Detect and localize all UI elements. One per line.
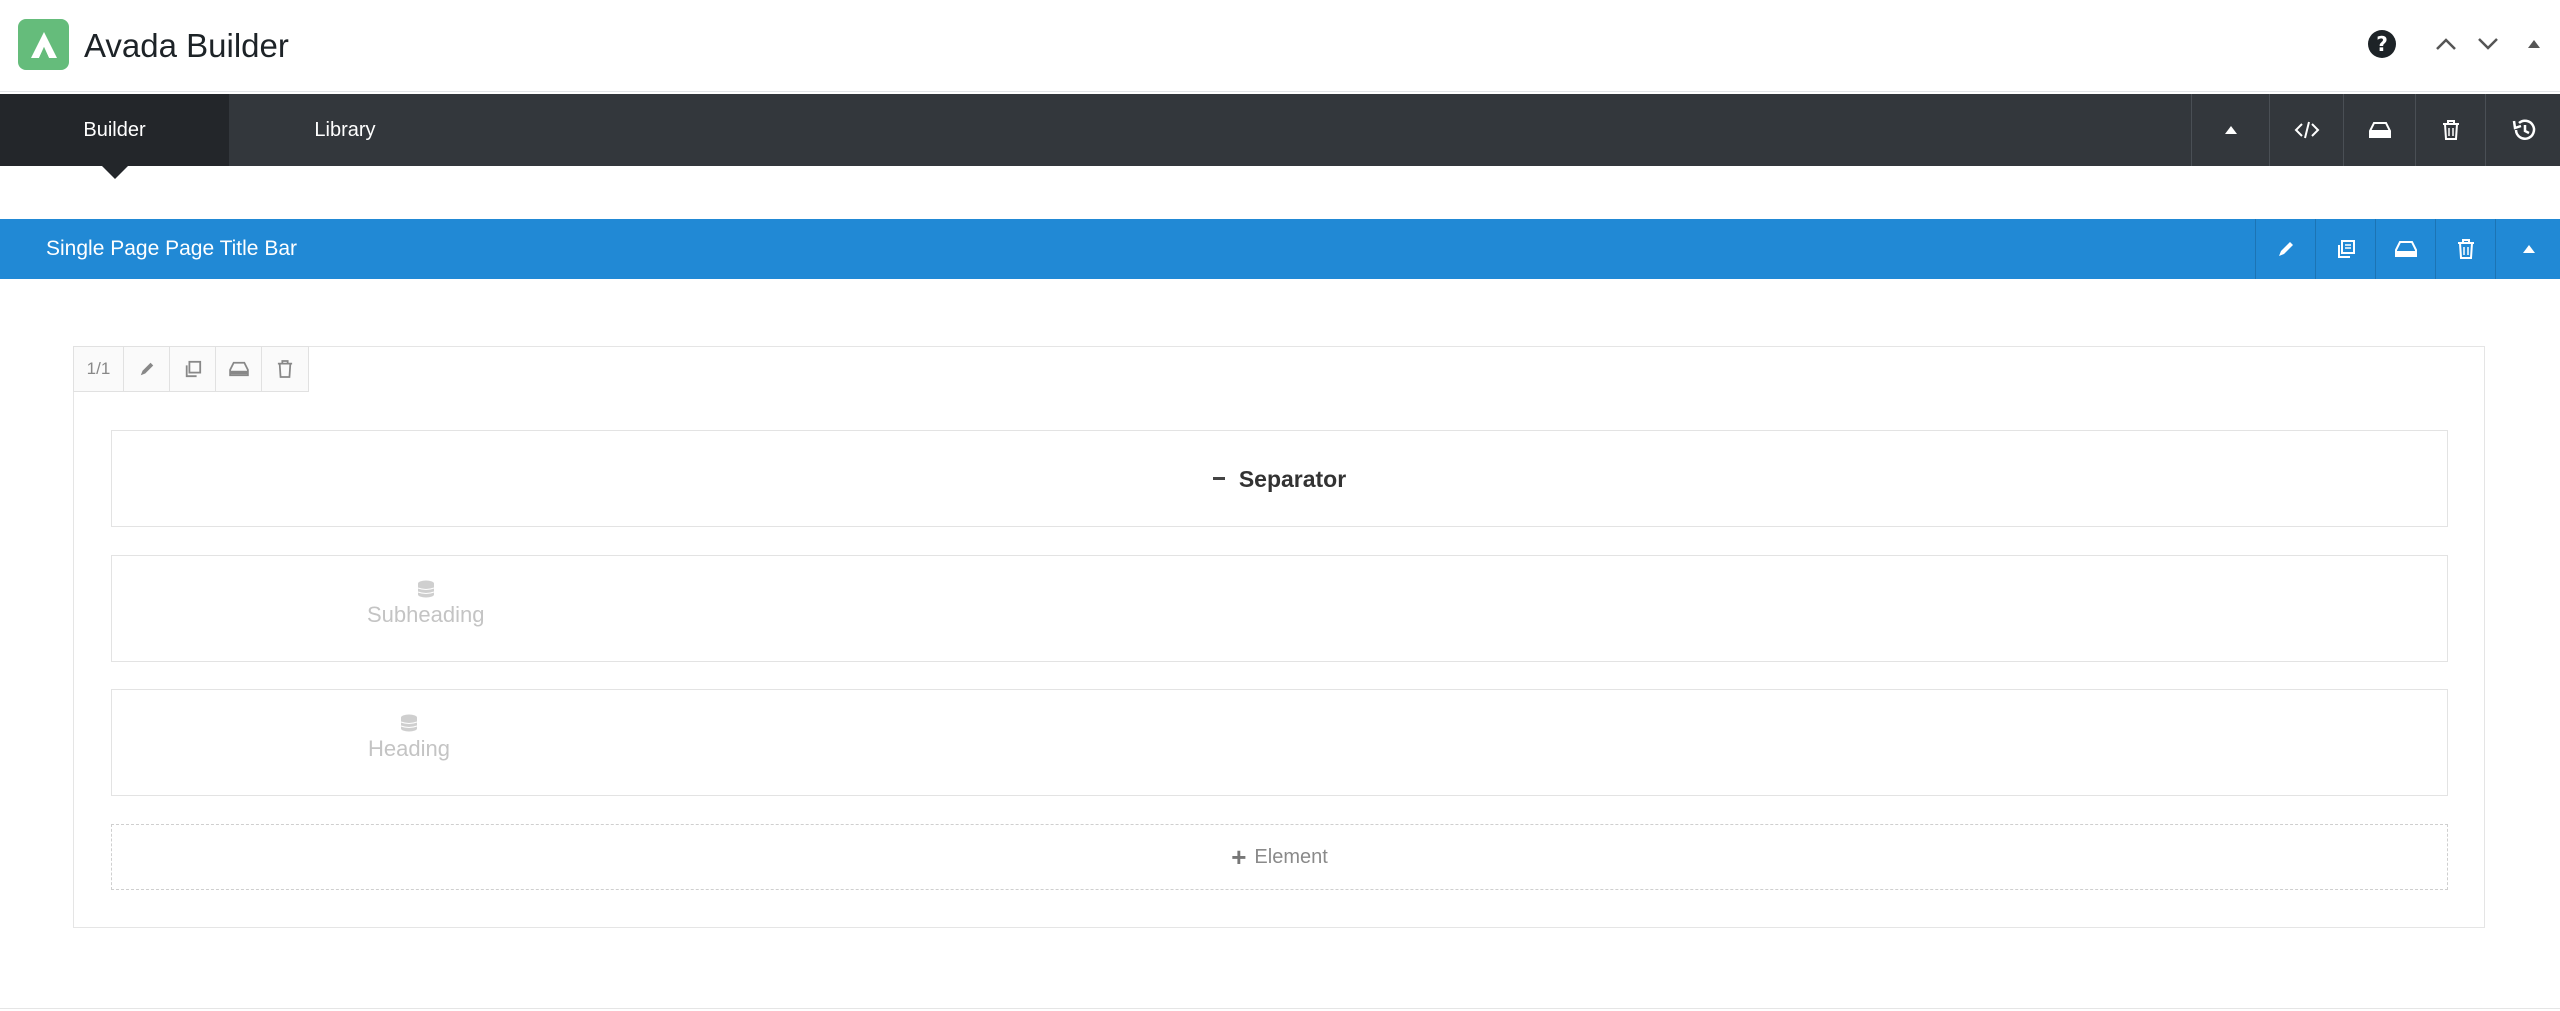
triangle-up-icon[interactable]: [2516, 26, 2552, 62]
history-button[interactable]: [2485, 94, 2560, 166]
tab-library[interactable]: Library: [229, 94, 461, 166]
trash-icon: [277, 360, 293, 378]
builder-tabbar: Builder Library: [0, 94, 2560, 179]
history-icon: [2512, 119, 2535, 140]
container-clone-button[interactable]: [2315, 219, 2376, 279]
separator-icon: [1212, 477, 1225, 480]
container-collapse-button[interactable]: [2495, 219, 2560, 279]
code-button[interactable]: [2269, 94, 2344, 166]
collapse-all-button[interactable]: [2191, 94, 2270, 166]
app-header: Avada Builder ?: [0, 0, 2560, 92]
save-template-button[interactable]: [2343, 94, 2416, 166]
chevron-up-icon[interactable]: [2428, 26, 2464, 62]
container-bar[interactable]: Single Page Page Title Bar: [0, 219, 2560, 279]
container-save-button[interactable]: [2375, 219, 2436, 279]
plus-icon: +: [1231, 842, 1247, 872]
separator-label: Separator: [1238, 466, 1347, 492]
add-element-label: Element: [1254, 845, 1328, 868]
tab-builder[interactable]: Builder: [0, 94, 229, 179]
separator-element[interactable]: Separator: [111, 430, 2448, 527]
column-size-button[interactable]: 1/1: [74, 347, 124, 391]
save-icon: [2395, 241, 2417, 257]
database-icon: [400, 714, 418, 732]
pencil-icon: [140, 362, 153, 376]
heading-element[interactable]: Heading: [111, 689, 2448, 796]
code-icon: [2294, 121, 2320, 139]
subheading-label: Subheading: [367, 602, 485, 627]
save-icon: [2369, 122, 2391, 138]
column-edit-button[interactable]: [124, 347, 170, 391]
chevron-down-icon[interactable]: [2470, 26, 2506, 62]
collapse-icon: [2522, 245, 2535, 253]
database-icon: [417, 580, 434, 598]
heading-label: Heading: [368, 736, 450, 761]
column-clone-button[interactable]: [170, 347, 216, 391]
divider: [0, 1008, 2560, 1009]
column-controls: 1/1: [73, 346, 309, 392]
container-title: Single Page Page Title Bar: [46, 237, 297, 260]
avada-logo-icon: [18, 19, 69, 70]
subheading-element[interactable]: Subheading: [111, 555, 2448, 662]
column-save-button[interactable]: [216, 347, 262, 391]
help-icon[interactable]: ?: [2364, 26, 2400, 62]
container-edit-button[interactable]: [2255, 219, 2316, 279]
delete-all-button[interactable]: [2415, 94, 2486, 166]
clone-icon: [2338, 240, 2355, 258]
add-element-button[interactable]: + Element: [111, 824, 2448, 890]
trash-icon: [2443, 120, 2459, 140]
container-delete-button[interactable]: [2435, 219, 2496, 279]
pencil-icon: [2279, 242, 2293, 256]
app-title: Avada Builder: [84, 27, 289, 64]
trash-icon: [2458, 239, 2474, 259]
column-delete-button[interactable]: [262, 347, 308, 391]
tab-builder-label: Builder: [83, 118, 146, 141]
collapse-icon: [2225, 126, 2237, 134]
tab-library-label: Library: [314, 118, 376, 141]
clone-icon: [185, 360, 201, 378]
save-icon: [228, 361, 249, 377]
